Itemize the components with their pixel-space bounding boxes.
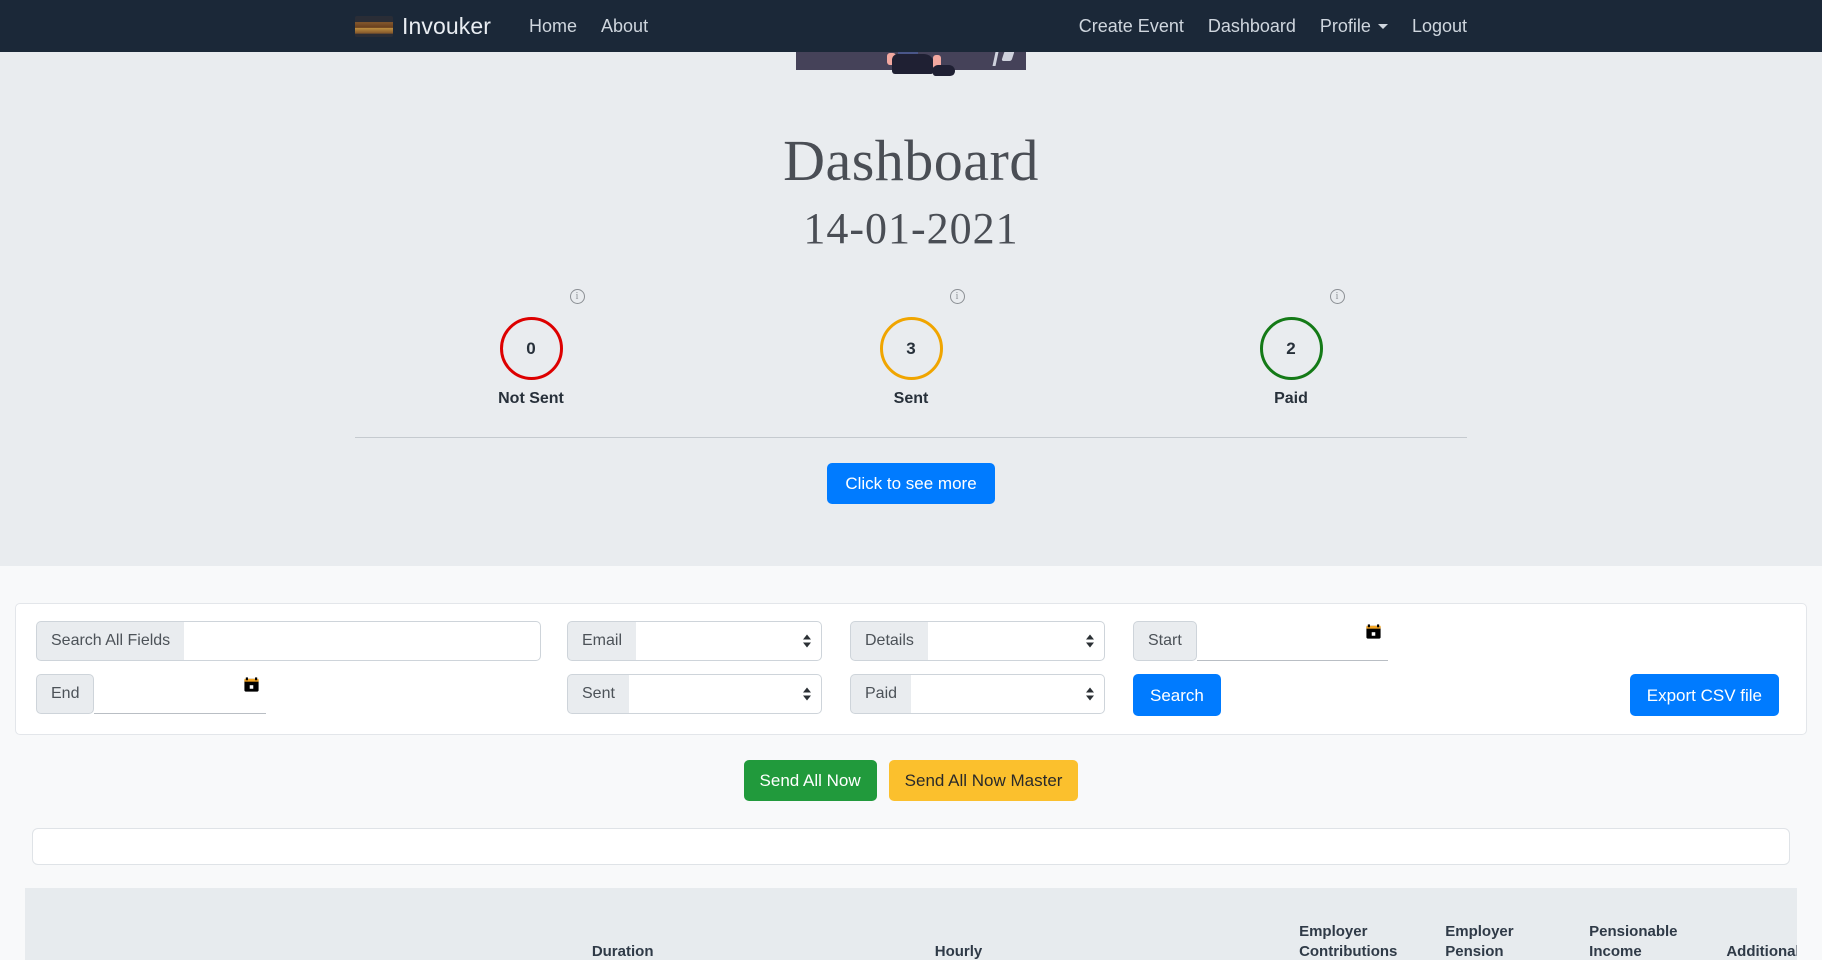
start-date-label: Start: [1133, 621, 1197, 661]
hero-illustration: [796, 52, 1026, 76]
page-title: Dashboard: [783, 128, 1039, 193]
paid-filter-label: Paid: [850, 674, 912, 714]
search-all-fields-input[interactable]: [184, 621, 541, 661]
calendar-icon[interactable]: [1365, 623, 1382, 640]
stat-paid-label: Paid: [1274, 390, 1308, 408]
end-date-group: End: [36, 674, 266, 714]
invoice-table: Status Title Details Start Time End Time…: [25, 888, 1797, 960]
table-header-row: Status Title Details Start Time End Time…: [25, 888, 1797, 960]
search-all-fields-label: Search All Fields: [36, 621, 185, 661]
details-filter-group: Details: [850, 621, 1105, 661]
brand-name: Invouker: [402, 12, 492, 39]
nav-link-dashboard[interactable]: Dashboard: [1208, 17, 1296, 35]
nav-links-right: Create Event Dashboard Profile Logout: [1079, 17, 1467, 35]
email-filter-label: Email: [567, 621, 637, 661]
details-filter-select[interactable]: [927, 621, 1105, 661]
info-icon[interactable]: i: [569, 289, 585, 305]
nav-link-logout[interactable]: Logout: [1412, 17, 1467, 35]
dashboard-hero: Dashboard 14-01-2021 0 i Not Sent 3 i Se…: [0, 52, 1822, 566]
nav-link-profile-label: Profile: [1319, 16, 1371, 36]
paid-filter-select[interactable]: [911, 674, 1105, 714]
end-date-input[interactable]: [94, 678, 266, 714]
send-all-now-master-button[interactable]: Send All Now Master: [888, 760, 1079, 801]
click-to-see-more-button[interactable]: Click to see more: [827, 463, 995, 505]
email-filter-select[interactable]: [636, 621, 822, 661]
table-col-start-time[interactable]: Start Time: [397, 888, 492, 960]
end-date-label: End: [36, 674, 95, 714]
stat-sent[interactable]: 3 i Sent: [721, 289, 1101, 408]
filter-panel: Search All Fields Email Details Start En…: [15, 603, 1807, 735]
table-col-additional-fees[interactable]: Additional Fees: [1718, 888, 1797, 960]
stat-sent-circle: 3: [879, 317, 943, 381]
table-col-receiver-email[interactable]: Receiver Email: [701, 888, 927, 960]
stat-paid-circle: 2: [1259, 317, 1323, 381]
table-col-title[interactable]: Title: [121, 888, 321, 960]
brand-link[interactable]: Invouker: [355, 12, 492, 39]
table-col-message[interactable]: Message: [1014, 888, 1159, 960]
search-button[interactable]: Search: [1133, 674, 1221, 716]
start-date-group: Start: [1133, 621, 1388, 661]
invouker-logo-icon: [355, 15, 393, 37]
sent-filter-select[interactable]: [628, 674, 822, 714]
status-summary: 0 i Not Sent 3 i Sent 2 i Paid: [0, 289, 1822, 408]
nav-links-left: Home About: [529, 17, 648, 35]
page-date: 14-01-2021: [803, 203, 1019, 253]
details-filter-label: Details: [850, 621, 928, 661]
invoice-table-wrapper: Status Title Details Start Time End Time…: [25, 888, 1797, 960]
send-all-now-button[interactable]: Send All Now: [743, 760, 877, 801]
table-col-status[interactable]: Status: [25, 888, 122, 960]
table-col-employer-pension-contributions[interactable]: Employer Pension Contributions: [1437, 888, 1582, 960]
stat-paid[interactable]: 2 i Paid: [1101, 289, 1481, 408]
nav-link-about[interactable]: About: [601, 17, 648, 35]
bulk-action-row: Send All Now Send All Now Master: [0, 760, 1822, 801]
sent-filter-label: Sent: [567, 674, 629, 714]
table-col-end-time[interactable]: End Time: [491, 888, 584, 960]
nav-link-home[interactable]: Home: [529, 17, 577, 35]
filter-row-2: End Sent Paid Search Export CSV file: [36, 674, 1786, 716]
table-col-employer-contributions-percentage[interactable]: Employer Contributions Percentage: [1291, 888, 1438, 960]
calendar-icon[interactable]: [243, 676, 260, 693]
search-all-fields-group: Search All Fields: [36, 621, 541, 661]
stat-not-sent-label: Not Sent: [498, 390, 564, 408]
start-date-input[interactable]: [1196, 625, 1388, 661]
table-col-pensionable-income-percentage[interactable]: Pensionable Income Percentage: [1581, 888, 1719, 960]
sent-filter-group: Sent: [567, 674, 822, 714]
table-col-details[interactable]: Details: [320, 888, 398, 960]
info-icon[interactable]: i: [949, 289, 965, 305]
table-col-duration[interactable]: Duration (Hours): [583, 888, 702, 960]
export-csv-button[interactable]: Export CSV file: [1629, 674, 1779, 716]
table-notice-box[interactable]: [32, 828, 1790, 865]
stat-sent-label: Sent: [893, 390, 929, 408]
table-col-attachment[interactable]: Attachment: [1158, 888, 1292, 960]
stat-not-sent[interactable]: 0 i Not Sent: [341, 289, 721, 408]
info-icon[interactable]: i: [1329, 289, 1345, 305]
filter-row-1: Search All Fields Email Details Start: [36, 621, 1786, 661]
chevron-down-icon: [1377, 23, 1388, 29]
paid-filter-group: Paid: [850, 674, 1105, 714]
hero-divider: [355, 437, 1467, 439]
nav-link-create-event[interactable]: Create Event: [1079, 17, 1184, 35]
table-col-hourly-rate[interactable]: Hourly Rate: [926, 888, 1015, 960]
email-filter-group: Email: [567, 621, 822, 661]
nav-link-profile[interactable]: Profile: [1320, 17, 1388, 35]
stat-not-sent-circle: 0: [499, 317, 563, 381]
top-navbar: Invouker Home About Create Event Dashboa…: [0, 0, 1822, 52]
